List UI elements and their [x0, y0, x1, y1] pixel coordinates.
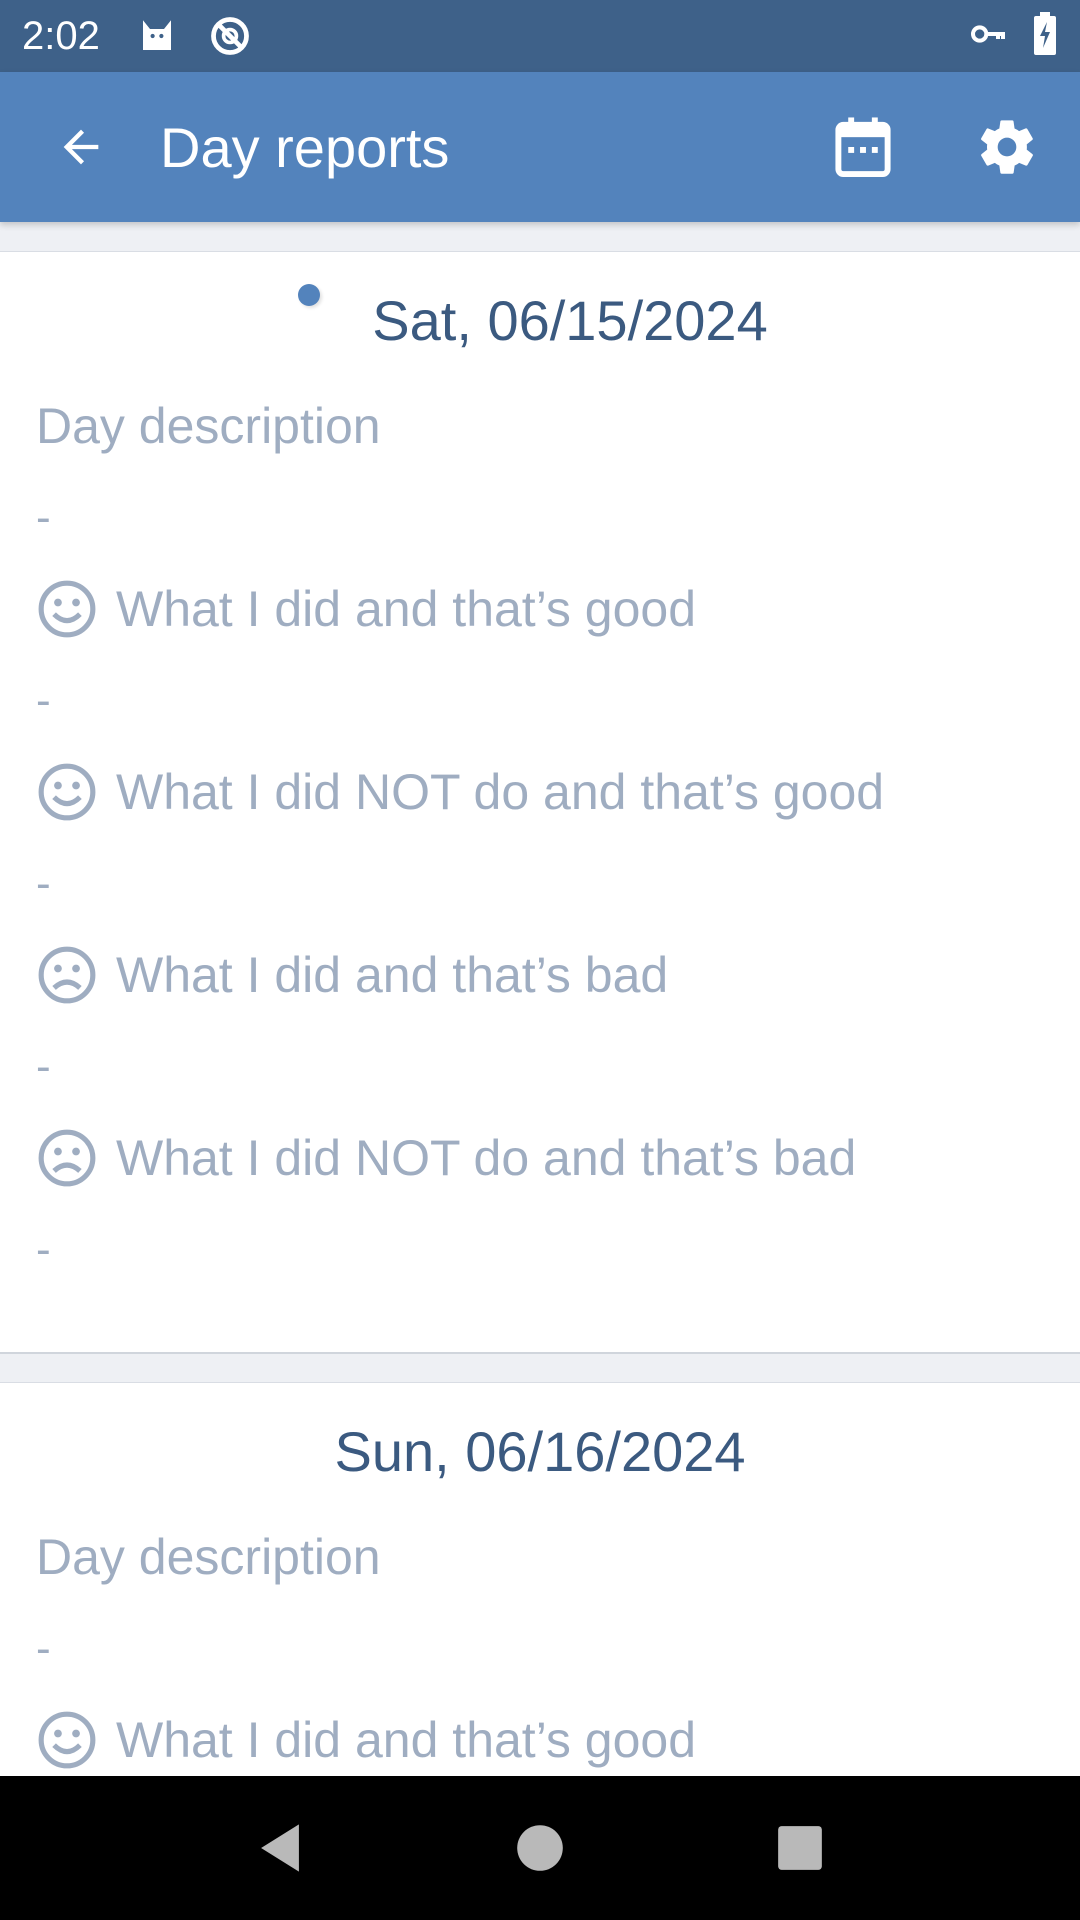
- smile-icon: [36, 761, 98, 823]
- back-triangle-icon[interactable]: [220, 1788, 340, 1908]
- section-value: -: [36, 492, 51, 542]
- no-disturb-icon: [208, 14, 252, 58]
- sad-icon: [36, 1127, 98, 1189]
- section-label: What I did and that’s good: [36, 559, 1044, 659]
- vpn-key-icon: [968, 14, 1008, 59]
- system-nav-bar: [0, 1776, 1080, 1920]
- calendar-icon[interactable]: [808, 92, 918, 202]
- section-label: Day description: [36, 1529, 381, 1585]
- reports-list[interactable]: Sat, 06/15/2024 Day description - What I…: [0, 222, 1080, 1776]
- section-value: -: [36, 858, 51, 908]
- status-time: 2:02: [22, 13, 100, 58]
- arrow-back-icon[interactable]: [26, 92, 136, 202]
- section-value: -: [36, 1224, 51, 1274]
- day-report-card[interactable]: Sat, 06/15/2024 Day description - What I…: [0, 251, 1080, 1354]
- home-circle-icon[interactable]: [480, 1788, 600, 1908]
- section-label: What I did and that’s bad: [36, 925, 1044, 1025]
- smile-icon: [36, 1709, 98, 1771]
- sad-icon: [36, 944, 98, 1006]
- gear-icon[interactable]: [952, 92, 1062, 202]
- section-label: What I did and that’s good: [36, 1690, 1044, 1776]
- recents-square-icon[interactable]: [740, 1788, 860, 1908]
- report-date: Sat, 06/15/2024: [372, 289, 768, 352]
- section-label: What I did NOT do and that’s bad: [36, 1108, 1044, 1208]
- report-date: Sun, 06/16/2024: [334, 1420, 746, 1483]
- smile-icon: [36, 578, 98, 640]
- section-value: -: [36, 1623, 51, 1673]
- battery-charging-icon: [1032, 11, 1058, 61]
- section-label: What I did NOT do and that’s good: [36, 742, 1044, 842]
- day-report-card[interactable]: Sun, 06/16/2024 Day description - What I…: [0, 1382, 1080, 1776]
- page-title: Day reports: [160, 115, 450, 179]
- section-value: -: [36, 675, 51, 725]
- status-bar: 2:02: [0, 0, 1080, 72]
- section-value: -: [36, 1041, 51, 1091]
- cat-icon: [136, 15, 178, 57]
- section-label: Day description: [36, 398, 381, 454]
- app-bar: Day reports: [0, 72, 1080, 222]
- marker-dot: [298, 284, 320, 306]
